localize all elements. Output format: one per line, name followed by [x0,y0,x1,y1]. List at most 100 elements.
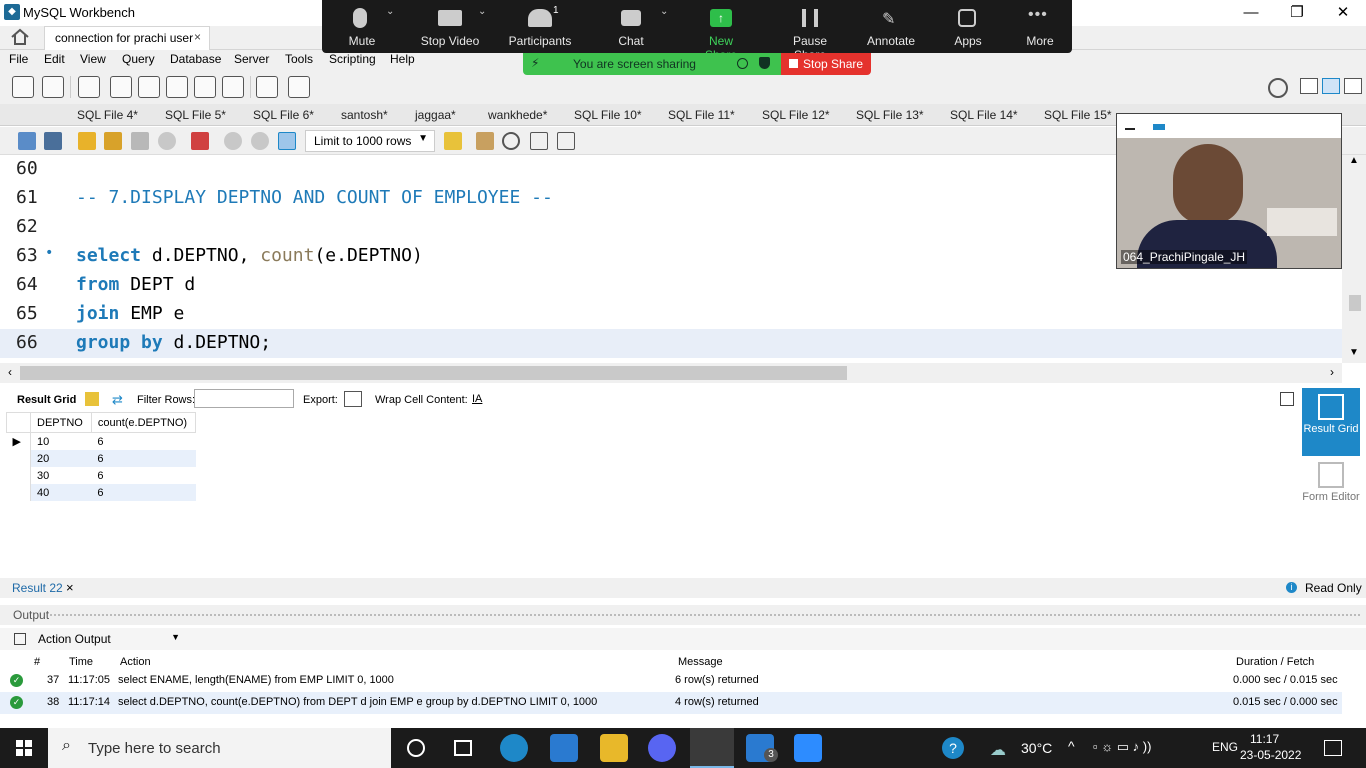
scroll-left-icon[interactable]: ‹ [8,365,12,379]
temperature[interactable]: 30°C [1021,740,1052,756]
row-selector[interactable] [6,450,31,467]
table-cell[interactable]: 30 [31,467,92,484]
action-output-select[interactable]: Action Output ▼ [34,629,184,649]
close-result-icon[interactable]: × [66,580,74,595]
annotate-label[interactable]: Annotate [866,34,916,48]
more-dots-icon[interactable]: ••• [1028,6,1052,26]
beautify-icon[interactable] [476,132,494,150]
tab-wankhede[interactable]: wankhede* [488,108,547,122]
export-icon[interactable] [344,391,362,407]
wrap-cell-icon[interactable]: IA [472,393,482,405]
table-cell[interactable]: 6 [91,450,196,467]
table-row[interactable]: ✓ 38 11:17:14 select d.DEPTNO, count(e.D… [0,692,1342,714]
scroll-down-icon[interactable]: ▼ [1349,347,1359,358]
side-result-grid-button[interactable]: Result Grid [1302,388,1360,456]
scroll-thumb[interactable] [1349,295,1361,311]
tab-sql-file-12[interactable]: SQL File 12* [762,108,830,122]
menu-edit[interactable]: Edit [44,52,65,66]
stop-share-button[interactable]: Stop Share [781,53,871,75]
stop-video-label[interactable]: Stop Video [419,34,481,48]
menu-scripting[interactable]: Scripting [329,52,376,66]
minimize-button[interactable]: — [1228,0,1274,26]
grid-view-icon[interactable] [85,392,99,406]
copy-icon[interactable] [14,633,26,645]
help-icon[interactable]: ? [942,737,964,759]
side-form-editor-button[interactable]: Form Editor [1302,462,1360,522]
invisible-chars-icon[interactable] [530,132,548,150]
connection-tab[interactable]: connection for prachi user × [44,26,210,50]
chevron-down-icon[interactable]: ⌄ [386,6,394,17]
scroll-thumb[interactable] [20,366,847,380]
column-header-count[interactable]: count(e.DEPTNO) [90,412,197,433]
table-row[interactable]: 40 6 [6,484,196,501]
chat-label[interactable]: Chat [618,34,644,48]
row-selector[interactable] [6,467,31,484]
filter-rows-input[interactable] [194,389,294,408]
execute-current-icon[interactable] [104,132,122,150]
search-table-data-icon[interactable] [256,76,278,98]
discord-icon[interactable] [648,734,676,762]
menu-query[interactable]: Query [122,52,155,66]
create-table-icon[interactable] [138,76,160,98]
pin-icon[interactable]: ⚡ [531,56,539,70]
table-cell[interactable]: 6 [91,433,195,451]
pencil-icon[interactable]: ✎ [882,9,900,28]
edge-icon[interactable] [500,734,528,762]
tab-jaggaa[interactable]: jaggaa* [415,108,456,122]
toggle-sidebar-icon[interactable] [1300,78,1318,94]
participant-video[interactable]: 064_PrachiPingale_JH [1116,113,1342,269]
tab-sql-file-15[interactable]: SQL File 15* [1044,108,1112,122]
mail-icon[interactable]: 3 [746,734,778,762]
tab-santosh[interactable]: santosh* [341,108,388,122]
table-row[interactable]: 20 6 [6,450,196,467]
editor-horizontal-scrollbar[interactable]: ‹ › [0,363,1342,383]
view-icon[interactable] [1153,124,1165,130]
file-explorer-icon[interactable] [600,734,628,762]
participants-label[interactable]: Participants [508,34,572,48]
reconnect-icon[interactable] [288,76,310,98]
create-view-icon[interactable] [166,76,188,98]
tab-sql-file-11[interactable]: SQL File 11* [668,108,735,122]
save-icon[interactable] [44,132,62,150]
video-camera-icon[interactable] [438,10,462,26]
find-icon[interactable] [502,132,520,150]
tab-sql-file-14[interactable]: SQL File 14* [950,108,1018,122]
participants-icon[interactable] [528,9,552,27]
language-indicator[interactable]: ENG [1212,740,1238,754]
notification-icon[interactable] [1324,740,1342,756]
taskbar-search-box[interactable]: ⌕ Type here to search [48,728,391,768]
table-cell[interactable]: 6 [91,467,195,484]
pause-icon[interactable] [802,9,818,27]
toggle-output-icon[interactable] [1322,78,1340,94]
word-wrap-icon[interactable] [557,132,575,150]
menu-view[interactable]: View [80,52,106,66]
windows-start-icon[interactable] [16,740,32,756]
minimize-video-icon[interactable] [1125,128,1135,130]
microphone-icon[interactable] [353,8,367,28]
close-button[interactable]: ✕ [1320,0,1366,26]
more-label[interactable]: More [1026,34,1054,48]
table-row[interactable]: ▶ 10 6 [6,432,196,451]
create-procedure-icon[interactable] [194,76,216,98]
apps-label[interactable]: Apps [954,34,982,48]
menu-file[interactable]: File [9,52,28,66]
explain-icon[interactable] [131,132,149,150]
tab-sql-file-6[interactable]: SQL File 6* [253,108,314,122]
table-cell[interactable]: 20 [30,450,92,467]
close-tab-icon[interactable]: × [194,30,201,44]
commit-icon[interactable] [224,132,242,150]
toggle-secondary-sidebar-icon[interactable] [1344,78,1362,94]
autocommit-icon[interactable] [278,132,296,150]
menu-server[interactable]: Server [234,52,269,66]
add-snippet-icon[interactable] [444,132,462,150]
execute-icon[interactable] [78,132,96,150]
stop-icon[interactable] [158,132,176,150]
tab-sql-file-4[interactable]: SQL File 4* [77,108,138,122]
tab-sql-file-13[interactable]: SQL File 13* [856,108,924,122]
create-function-icon[interactable] [222,76,244,98]
menu-tools[interactable]: Tools [285,52,313,66]
chevron-down-icon[interactable]: ⌄ [478,6,486,17]
table-cell[interactable]: 6 [91,484,196,501]
result-grid[interactable]: DEPTNO count(e.DEPTNO) ▶ 10 6 20 6 30 6 [6,412,197,501]
new-sql-tab-icon[interactable] [12,76,34,98]
